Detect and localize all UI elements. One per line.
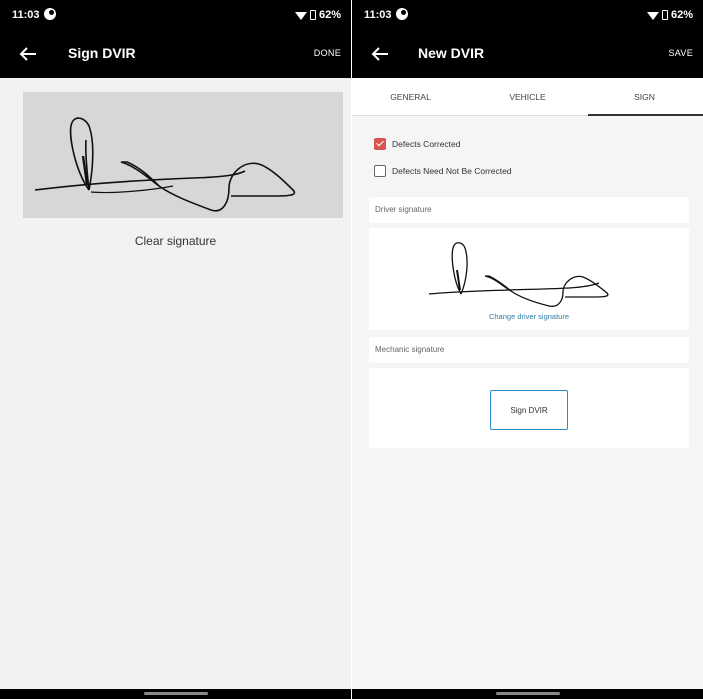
notification-icon <box>396 8 408 20</box>
navigation-handle[interactable] <box>0 689 351 699</box>
tab-vehicle[interactable]: VEHICLE <box>469 78 586 116</box>
battery-percent: 62% <box>670 9 693 21</box>
battery-icon <box>309 10 316 20</box>
signature-drawing <box>34 117 296 212</box>
done-button[interactable]: DONE <box>314 48 341 58</box>
tab-indicator <box>588 114 703 116</box>
app-bar: Sign DVIR DONE <box>0 30 351 78</box>
wifi-icon <box>294 11 307 20</box>
clear-signature-button[interactable]: Clear signature <box>0 234 351 248</box>
sign-dvir-button[interactable]: Sign DVIR <box>490 390 568 430</box>
mechanic-signature-header: Mechanic signature <box>369 337 689 363</box>
status-bar: 11:03 62% <box>0 0 351 30</box>
signature-pad[interactable] <box>23 92 343 218</box>
driver-signature-header: Driver signature <box>369 197 689 223</box>
tab-general[interactable]: GENERAL <box>352 78 469 116</box>
defects-not-corrected-label: Defects Need Not Be Corrected <box>392 166 512 176</box>
page-title: Sign DVIR <box>68 45 136 61</box>
mechanic-signature-card: Sign DVIR <box>369 368 689 448</box>
status-indicators: 62% <box>294 9 341 21</box>
notification-icon <box>44 8 56 20</box>
defects-not-corrected-option[interactable]: Defects Need Not Be Corrected <box>374 165 512 177</box>
status-time: 11:03 <box>12 9 40 21</box>
navigation-handle[interactable] <box>352 689 703 699</box>
defects-not-corrected-checkbox[interactable] <box>374 165 386 177</box>
wifi-icon <box>646 11 659 20</box>
sign-dvir-screen: 11:03 62% Sign DVIR DONE Clear signature <box>0 0 351 699</box>
defects-corrected-checkbox[interactable] <box>374 138 386 150</box>
tab-sign[interactable]: SIGN <box>586 78 703 116</box>
app-bar: New DVIR SAVE <box>352 30 703 78</box>
driver-signature-drawing <box>428 242 609 307</box>
new-dvir-screen: 11:03 62% New DVIR SAVE GENERAL VEHICLE … <box>352 0 703 699</box>
tab-bar: GENERAL VEHICLE SIGN <box>352 78 703 116</box>
change-driver-signature-link[interactable]: Change driver signature <box>369 312 689 321</box>
battery-icon <box>661 10 668 20</box>
status-indicators: 62% <box>646 9 693 21</box>
driver-signature-card: Change driver signature <box>369 228 689 330</box>
status-bar: 11:03 62% <box>352 0 703 30</box>
battery-percent: 62% <box>318 9 341 21</box>
arrow-left-icon[interactable] <box>18 45 38 63</box>
arrow-left-icon[interactable] <box>370 45 390 63</box>
save-button[interactable]: SAVE <box>668 48 693 58</box>
defects-corrected-option[interactable]: Defects Corrected <box>374 138 461 150</box>
status-time: 11:03 <box>364 9 392 21</box>
page-title: New DVIR <box>418 45 485 61</box>
defects-corrected-label: Defects Corrected <box>392 139 461 149</box>
